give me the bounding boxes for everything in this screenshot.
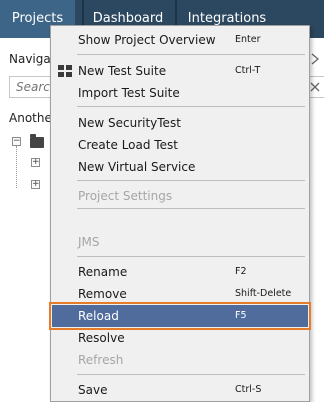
menu-item-label: JMS <box>78 235 100 249</box>
menu-item-import-test-suite[interactable]: Import Test Suite <box>52 82 308 104</box>
menu-item-shortcut: Ctrl-S <box>235 384 262 395</box>
menu-item-label: Refresh <box>78 353 124 367</box>
tree-connector <box>16 146 17 188</box>
expand-icon[interactable]: + <box>31 180 40 189</box>
menu-separator <box>77 106 305 107</box>
tree-project-label[interactable]: Anothe <box>9 111 52 125</box>
menu-item-label: New Test Suite <box>78 64 167 78</box>
tree-row-child-2[interactable]: + <box>31 177 51 193</box>
menu-item-shortcut: Ctrl-T <box>235 65 261 76</box>
menu-item-new-test-suite[interactable]: New Test Suite Ctrl-T <box>52 60 308 82</box>
menu-item-label: Create Load Test <box>78 138 178 152</box>
menu-separator <box>77 256 305 257</box>
menu-separator <box>77 180 305 181</box>
menu-item-label: Save <box>78 383 108 397</box>
menu-item-resolve[interactable]: Resolve <box>52 327 308 349</box>
menu-separator <box>77 54 305 55</box>
tree-row-project[interactable]: − <box>12 134 52 150</box>
menu-separator <box>77 374 305 375</box>
menu-item-save[interactable]: Save Ctrl-S <box>52 379 308 401</box>
menu-item-rename[interactable]: Rename F2 <box>52 261 308 283</box>
menu-item-reload[interactable]: Reload F5 <box>49 302 311 330</box>
menu-separator <box>77 208 305 209</box>
menu-item-project-settings: Project Settings <box>52 185 308 207</box>
grid-icon <box>58 65 72 78</box>
menu-item-remove[interactable]: Remove Shift-Delete <box>52 283 308 305</box>
tree-row-child-1[interactable]: + <box>31 155 51 171</box>
menu-item-jms: JMS <box>52 231 308 253</box>
menu-item-label: New Virtual Service <box>78 160 196 174</box>
menu-item-new-security-test[interactable]: New SecurityTest <box>52 112 308 134</box>
navigator-title: Navigat <box>9 52 56 66</box>
menu-item-label: Import Test Suite <box>78 86 180 100</box>
menu-item-show-project-overview[interactable]: Show Project Overview Enter <box>52 29 308 51</box>
clear-search-icon[interactable] <box>310 82 320 95</box>
menu-item-label: Remove <box>78 287 127 301</box>
menu-item-label: Rename <box>78 265 128 279</box>
menu-item-label: New SecurityTest <box>78 116 181 130</box>
menu-item-label: Project Settings <box>78 189 173 203</box>
menu-item-shortcut: F5 <box>235 310 247 321</box>
collapse-icon[interactable]: − <box>12 137 21 146</box>
folder-icon <box>30 134 44 148</box>
expand-icon[interactable]: + <box>31 158 40 167</box>
menu-item-refresh: Refresh <box>52 349 308 371</box>
context-menu: Show Project Overview Enter New Test Sui… <box>49 25 311 402</box>
menu-item-shortcut: Enter <box>235 34 261 45</box>
menu-item-label: Reload <box>78 309 119 323</box>
menu-item-label: Resolve <box>78 331 125 345</box>
menu-item-shortcut: F2 <box>235 266 247 277</box>
menu-item-create-load-test[interactable]: Create Load Test <box>52 134 308 156</box>
menu-item-shortcut: Shift-Delete <box>235 288 292 299</box>
menu-item-new-virtual-service[interactable]: New Virtual Service <box>52 156 308 178</box>
menu-item-label: Show Project Overview <box>78 33 216 47</box>
